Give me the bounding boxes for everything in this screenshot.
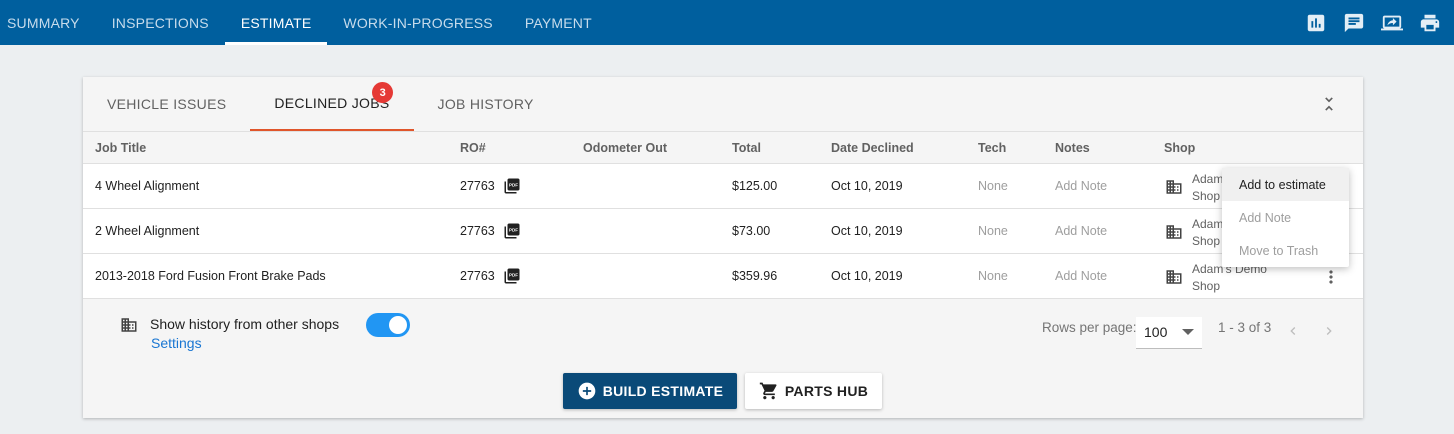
menu-add-to-estimate[interactable]: Add to estimate xyxy=(1222,168,1349,201)
top-nav-tabs: SUMMARY INSPECTIONS ESTIMATE WORK-IN-PRO… xyxy=(0,0,608,45)
job-title: 2013-2018 Ford Fusion Front Brake Pads xyxy=(95,269,326,283)
cart-icon xyxy=(759,382,777,400)
parts-hub-button[interactable]: PARTS HUB xyxy=(745,373,882,409)
ro-number: 27763 xyxy=(460,224,495,238)
build-estimate-button[interactable]: BUILD ESTIMATE xyxy=(563,373,737,409)
rows-per-page-label: Rows per page: xyxy=(1042,320,1137,335)
col-job-title[interactable]: Job Title xyxy=(95,141,146,155)
tech: None xyxy=(978,224,1008,238)
svg-text:PDF: PDF xyxy=(509,272,518,277)
col-ro[interactable]: RO# xyxy=(460,141,486,155)
date-declined: Oct 10, 2019 xyxy=(831,269,903,283)
ro-number: 27763 xyxy=(460,179,495,193)
table-row: 2 Wheel Alignment 27763 PDF $73.00 Oct 1… xyxy=(83,209,1363,254)
print-icon[interactable] xyxy=(1418,11,1442,35)
tab-work-in-progress[interactable]: WORK-IN-PROGRESS xyxy=(327,0,508,45)
row-more-icon[interactable] xyxy=(1321,267,1341,287)
ro-number: 27763 xyxy=(460,269,495,283)
tab-summary[interactable]: SUMMARY xyxy=(0,0,96,45)
tab-inspections[interactable]: INSPECTIONS xyxy=(96,0,225,45)
message-icon[interactable] xyxy=(1342,11,1366,35)
table-row: 4 Wheel Alignment 27763 PDF $125.00 Oct … xyxy=(83,164,1363,209)
tech: None xyxy=(978,269,1008,283)
add-note-link[interactable]: Add Note xyxy=(1055,224,1107,238)
declined-jobs-table: 4 Wheel Alignment 27763 PDF $125.00 Oct … xyxy=(83,164,1363,299)
total: $125.00 xyxy=(732,179,778,193)
declined-jobs-card: VEHICLE ISSUES DECLINED JOBS 3 JOB HISTO… xyxy=(83,77,1363,418)
parts-hub-label: PARTS HUB xyxy=(784,383,869,399)
col-tech[interactable]: Tech xyxy=(978,141,1006,155)
top-actions xyxy=(1304,0,1442,45)
tab-declined-jobs[interactable]: DECLINED JOBS 3 xyxy=(250,77,414,131)
add-note-link[interactable]: Add Note xyxy=(1055,269,1107,283)
tab-estimate[interactable]: ESTIMATE xyxy=(224,0,328,45)
pdf-icon[interactable]: PDF xyxy=(503,222,521,240)
job-title: 2 Wheel Alignment xyxy=(95,224,200,238)
history-toggle[interactable] xyxy=(366,313,410,337)
row-context-menu: Add to estimate Add Note Move to Trash xyxy=(1222,168,1349,267)
tab-vehicle-issues[interactable]: VEHICLE ISSUES xyxy=(83,77,250,131)
history-label: Show history from other shops xyxy=(150,316,340,332)
chevron-right-icon[interactable] xyxy=(1321,323,1337,339)
svg-text:PDF: PDF xyxy=(509,227,518,232)
menu-add-note[interactable]: Add Note xyxy=(1222,201,1349,234)
date-declined: Oct 10, 2019 xyxy=(831,224,903,238)
col-notes[interactable]: Notes xyxy=(1055,141,1090,155)
col-total[interactable]: Total xyxy=(732,141,761,155)
total: $359.96 xyxy=(732,269,778,283)
share-screen-icon[interactable] xyxy=(1380,11,1404,35)
rows-per-page-value: 100 xyxy=(1144,324,1168,340)
menu-move-to-trash[interactable]: Move to Trash xyxy=(1222,234,1349,267)
pdf-icon[interactable]: PDF xyxy=(503,267,521,285)
table-header: Job Title RO# Odometer Out Total Date De… xyxy=(83,131,1363,164)
add-circle-icon xyxy=(578,382,596,400)
job-title: 4 Wheel Alignment xyxy=(95,179,200,193)
col-shop[interactable]: Shop xyxy=(1164,141,1195,155)
caret-down-icon xyxy=(1182,329,1194,335)
building-icon xyxy=(1165,178,1183,196)
total: $73.00 xyxy=(732,224,771,238)
building-icon xyxy=(1165,223,1183,241)
top-navbar: SUMMARY INSPECTIONS ESTIMATE WORK-IN-PRO… xyxy=(0,0,1454,45)
tech: None xyxy=(978,179,1008,193)
date-declined: Oct 10, 2019 xyxy=(831,179,903,193)
page-range: 1 - 3 of 3 xyxy=(1218,320,1272,335)
collapse-icon[interactable] xyxy=(1319,94,1339,114)
add-note-link[interactable]: Add Note xyxy=(1055,179,1107,193)
pdf-icon[interactable]: PDF xyxy=(503,177,521,195)
col-odometer-out[interactable]: Odometer Out xyxy=(583,141,667,155)
tab-job-history[interactable]: JOB HISTORY xyxy=(414,77,558,131)
table-row: 2013-2018 Ford Fusion Front Brake Pads 2… xyxy=(83,254,1363,299)
tab-payment[interactable]: PAYMENT xyxy=(509,0,608,45)
building-icon xyxy=(120,316,138,334)
svg-text:PDF: PDF xyxy=(509,182,518,187)
declined-count-badge: 3 xyxy=(372,82,394,103)
chevron-left-icon[interactable] xyxy=(1285,323,1301,339)
settings-link[interactable]: Settings xyxy=(151,335,202,351)
col-date-declined[interactable]: Date Declined xyxy=(831,141,914,155)
rows-per-page-select[interactable]: 100 xyxy=(1136,317,1202,349)
chart-icon[interactable] xyxy=(1304,11,1328,35)
building-icon xyxy=(1165,268,1183,286)
build-estimate-label: BUILD ESTIMATE xyxy=(602,383,724,399)
card-tabs: VEHICLE ISSUES DECLINED JOBS 3 JOB HISTO… xyxy=(83,77,558,131)
